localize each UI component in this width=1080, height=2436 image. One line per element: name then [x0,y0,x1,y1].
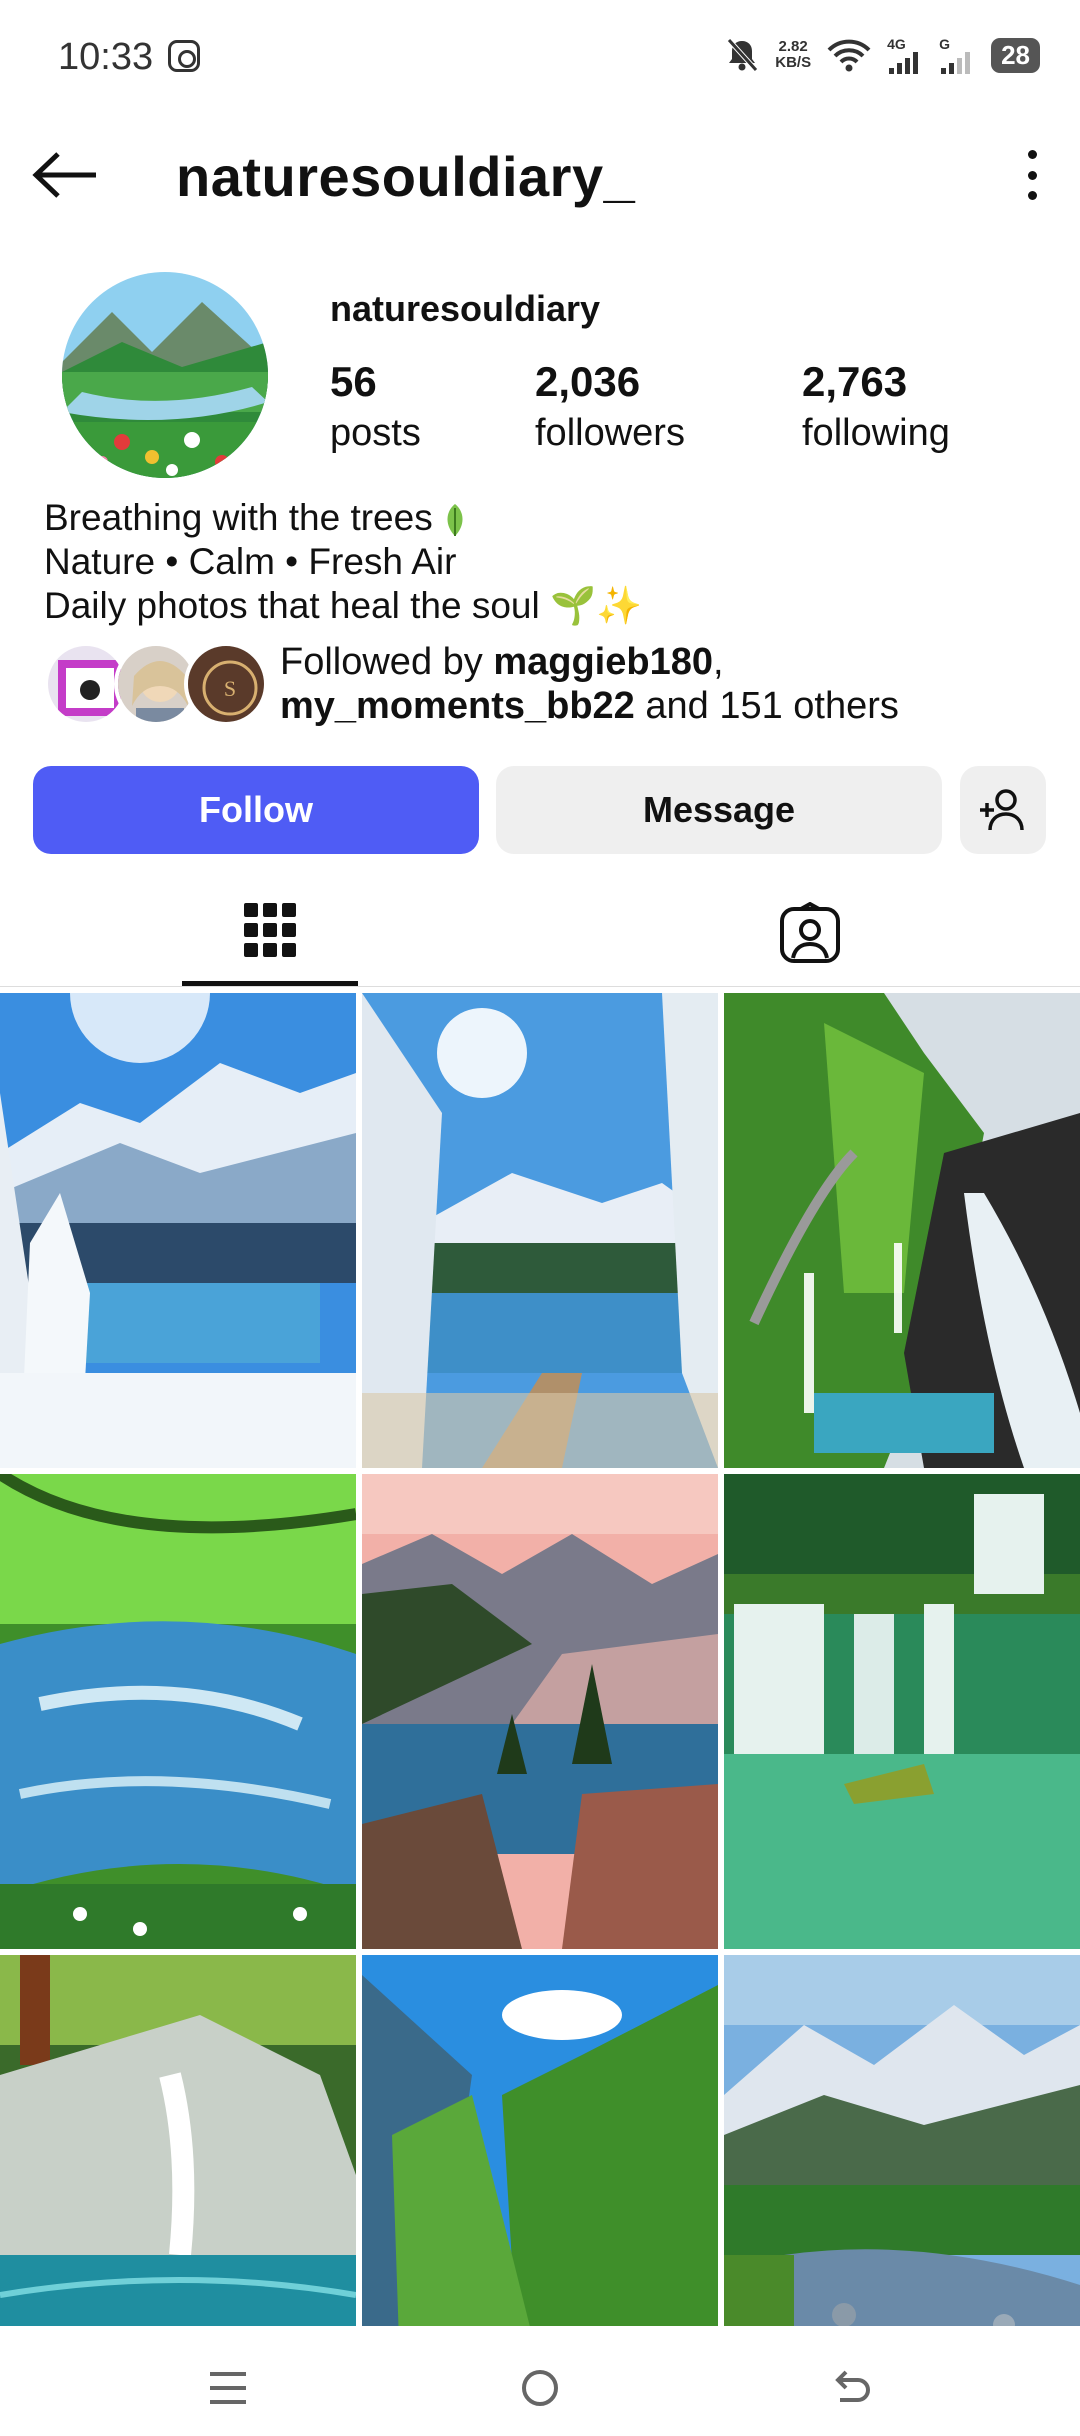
add-person-icon [980,789,1024,831]
leaf-icon [447,504,463,537]
bio-line-2: Nature • Calm • Fresh Air [44,541,457,582]
followed-by-suffix: and 151 others [634,685,899,727]
arrow-left-icon[interactable] [30,150,100,200]
post-tile-3[interactable] [724,993,1080,1468]
status-bar: 10:33 2.82 KB/S 4G G 28 [0,0,1080,115]
tagged-person-icon [780,902,840,963]
suggested-users-button[interactable] [960,766,1046,854]
following-stat[interactable]: 2,763 following [802,358,950,455]
mutual-avatar-3[interactable]: S [184,642,268,726]
page-title: naturesouldiary_ [176,145,636,208]
post-tile-1[interactable] [0,993,356,1468]
profile-header: naturesouldiary_ [0,130,1080,220]
follow-button[interactable]: Follow [33,766,479,854]
followers-stat[interactable]: 2,036 followers [535,358,685,455]
following-label: following [802,412,950,454]
status-icons: 2.82 KB/S 4G G 28 [725,36,1040,74]
tab-posts-grid[interactable] [182,880,358,986]
tab-divider [0,986,1080,987]
posts-count: 56 [330,358,377,405]
bell-off-icon [727,38,759,72]
followed-by-text[interactable]: Followed by maggieb180, my_moments_bb22 … [280,640,899,728]
battery-indicator: 28 [991,37,1040,73]
signal-g-label: G [939,36,950,52]
tab-tagged[interactable] [722,880,898,986]
signal-4g: 4G [887,36,923,74]
menu-icon[interactable] [208,2368,248,2408]
following-count: 2,763 [802,358,908,405]
post-tile-2[interactable] [362,993,718,1468]
seedling-sparkles-emoji: 🌱✨ [550,585,643,626]
posts-stat[interactable]: 56 posts [330,358,421,455]
followed-by-sep: , [712,641,724,683]
bio-line: Daily photos that heal the soul 🌱✨ [44,584,642,628]
mutual-user-1[interactable]: maggieb180 [493,641,713,683]
wifi-icon [827,39,871,72]
post-tile-5[interactable] [362,1474,718,1949]
bio-line: Nature • Calm • Fresh Air [44,540,642,584]
mutual-user-2[interactable]: my_moments_bb22 [280,685,635,727]
bio-line-1: Breathing with the trees [44,497,433,538]
svg-text:S: S [224,676,236,701]
system-navigation-bar [0,2326,1080,2436]
followers-count: 2,036 [535,358,641,405]
followers-label: followers [535,412,685,454]
posts-label: posts [330,412,421,454]
followed-by-prefix: Followed by [280,641,494,683]
instagram-notification-icon [168,40,200,72]
message-button[interactable]: Message [496,766,942,854]
post-tile-6[interactable] [724,1474,1080,1949]
avatar[interactable] [62,272,268,478]
signal-4g-label: 4G [887,36,906,52]
grid-icon [244,902,296,957]
display-name: naturesouldiary [330,288,601,329]
bio-line: Breathing with the trees [44,496,642,540]
net-speed: 2.82 KB/S [775,39,811,71]
bio-line-3: Daily photos that heal the soul [44,585,540,626]
net-speed-value: 2.82 [778,38,808,55]
signal-bars-icon [889,52,919,74]
bio: Breathing with the trees Nature • Calm •… [44,496,642,628]
status-time: 10:33 [58,36,154,78]
signal-g: G [939,36,975,74]
vertical-dots-icon[interactable] [1022,150,1042,200]
signal-bars-icon [941,52,971,74]
net-speed-unit: KB/S [775,54,812,71]
post-tile-4[interactable] [0,1474,356,1949]
back-icon[interactable] [830,2366,874,2410]
home-circle-icon[interactable] [520,2368,560,2408]
